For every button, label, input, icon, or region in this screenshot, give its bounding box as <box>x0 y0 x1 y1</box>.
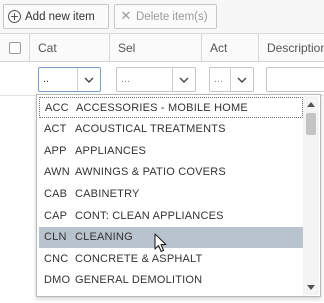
column-header-act[interactable]: Act <box>202 34 259 62</box>
column-header-description[interactable]: Description <box>259 34 324 62</box>
column-header-sel[interactable]: Sel <box>110 34 202 62</box>
dropdown-option-cnc[interactable]: CNC CONCRETE & ASPHALT <box>39 248 303 269</box>
option-label: ACCESSORIES - MOBILE HOME <box>76 101 248 114</box>
header-checkbox-cell <box>0 34 30 62</box>
dropdown-option-app[interactable]: APP APPLIANCES <box>39 140 303 161</box>
sel-filter-combobox[interactable]: ... <box>116 67 196 92</box>
column-header-cat[interactable]: Cat <box>30 34 110 62</box>
dropdown-scrollbar[interactable] <box>303 96 319 295</box>
scrollbar-thumb[interactable] <box>306 113 316 135</box>
delete-items-label: Delete item(s) <box>136 10 208 23</box>
option-label: CONT: CLEAN APPLIANCES <box>75 209 224 222</box>
sel-filter-value: ... <box>121 73 131 85</box>
dropdown-option-cab[interactable]: CAB CABINETRY <box>39 183 303 204</box>
option-label: CABINETRY <box>75 187 140 200</box>
chevron-down-icon[interactable] <box>77 68 100 91</box>
description-filter-input[interactable] <box>266 67 324 92</box>
dropdown-option-acc[interactable]: ACC ACCESSORIES - MOBILE HOME <box>39 97 303 118</box>
dropdown-option-cln[interactable]: CLN CLEANING <box>39 226 303 248</box>
filter-row: .. ... ... <box>0 62 324 96</box>
option-label: GENERAL DEMOLITION <box>75 274 203 287</box>
scroll-down-arrow-icon[interactable] <box>303 280 319 294</box>
option-label: CONCRETE & ASPHALT <box>75 252 203 265</box>
option-label: ACOUSTICAL TREATMENTS <box>75 123 226 136</box>
dropdown-option-cap[interactable]: CAP CONT: CLEAN APPLIANCES <box>39 205 303 226</box>
option-code: ACT <box>44 123 67 136</box>
mouse-cursor-icon <box>154 233 167 253</box>
option-code: DMO <box>44 274 71 287</box>
cat-filter-value: .. <box>43 73 50 85</box>
dropdown-option-dmo[interactable]: DMO GENERAL DEMOLITION <box>39 270 303 291</box>
close-icon: ✕ <box>120 9 132 24</box>
grid-header: Cat Sel Act Description <box>0 34 324 62</box>
dropdown-option-act[interactable]: ACT ACOUSTICAL TREATMENTS <box>39 119 303 140</box>
cat-filter-combobox[interactable]: .. <box>38 67 101 92</box>
dropdown-option-awn[interactable]: AWN AWNINGS & PATIO COVERS <box>39 162 303 183</box>
scroll-up-arrow-icon[interactable] <box>303 97 319 111</box>
act-filter-combobox[interactable]: ... <box>209 67 254 92</box>
option-code: CAP <box>44 209 68 222</box>
option-code: APP <box>44 144 67 157</box>
cat-dropdown-list[interactable]: ACC ACCESSORIES - MOBILE HOME ACT ACOUSTICA… <box>36 94 321 297</box>
option-code: AWN <box>44 166 70 179</box>
chevron-down-icon[interactable] <box>230 68 253 91</box>
option-code: CAB <box>44 187 68 200</box>
toolbar: + Add new item ✕ Delete item(s) <box>0 0 324 34</box>
option-label: AWNINGS & PATIO COVERS <box>75 166 226 179</box>
option-label: APPLIANCES <box>75 144 147 157</box>
option-code: CLN <box>44 231 67 244</box>
option-code: CNC <box>44 252 69 265</box>
chevron-down-icon[interactable] <box>172 68 195 91</box>
delete-items-button[interactable]: ✕ Delete item(s) <box>114 4 217 29</box>
add-new-item-label: Add new item <box>25 10 95 23</box>
select-all-checkbox[interactable] <box>9 42 21 54</box>
add-new-item-button[interactable]: + Add new item <box>3 4 109 29</box>
plus-circle-icon: + <box>8 10 21 23</box>
option-code: ACC <box>45 101 69 114</box>
option-label: CLEANING <box>75 231 133 244</box>
act-filter-value: ... <box>214 73 224 85</box>
